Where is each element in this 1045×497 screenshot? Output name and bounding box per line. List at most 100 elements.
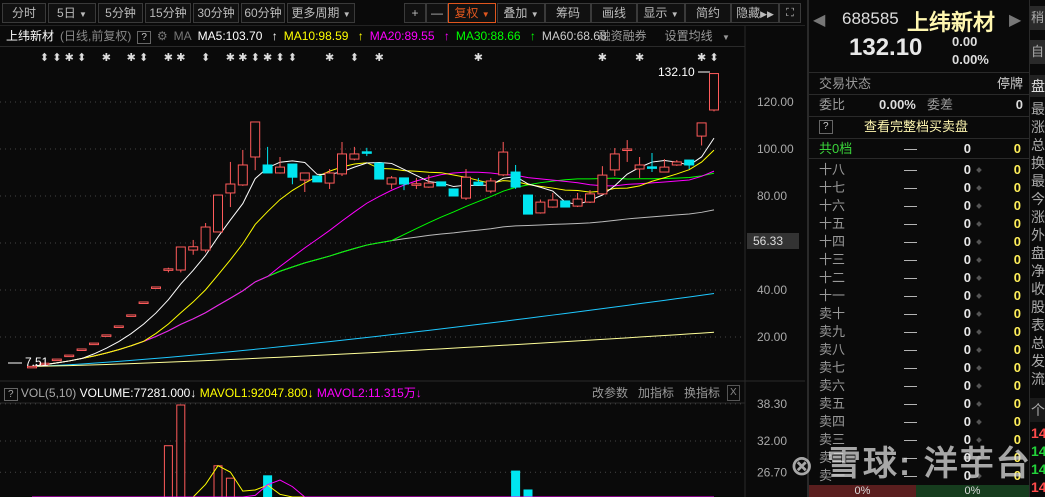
help-icon[interactable]: ? [137, 31, 151, 44]
zoom-in-button[interactable]: + [404, 3, 426, 23]
candle-body [188, 246, 199, 251]
level-price: — [904, 306, 917, 321]
swap-indicator-button[interactable]: 换指标 [684, 383, 720, 403]
candle [250, 121, 261, 171]
candle-body [461, 176, 471, 199]
diamond-icon [976, 383, 982, 389]
full-depth-button[interactable]: ? 查看完整档买卖盘 [809, 118, 1029, 136]
add-indicator-button[interactable]: 加指标 [638, 383, 674, 403]
candle [89, 342, 99, 346]
ma5-line [31, 137, 715, 367]
chips-button[interactable]: 筹码 [545, 3, 591, 23]
period-tab-5min[interactable]: 5分钟 [98, 3, 143, 23]
level-price: — [904, 216, 917, 231]
level-volume: 0 [963, 162, 971, 177]
candle-body [250, 121, 261, 158]
side-value: 14 [1031, 425, 1045, 441]
updown-marker-icon: ⬍ [288, 52, 297, 64]
gear-icon[interactable]: ⚙ [157, 29, 168, 43]
simple-button[interactable]: 简约 [685, 3, 731, 23]
side-button[interactable]: 自 [1030, 40, 1045, 64]
side-label: 换 [1031, 155, 1045, 171]
diamond-icon [976, 329, 982, 335]
star-marker-icon: ✱ [226, 52, 235, 64]
star-marker-icon: ✱ [164, 52, 173, 64]
more-periods-dropdown[interactable]: 更多周期 ▼ [287, 3, 355, 23]
volume-bar [176, 404, 186, 497]
display-dropdown[interactable]: 显示 ▼ [637, 3, 685, 23]
period-tab-5day[interactable]: 5日 ▼ [48, 3, 96, 23]
candle-body [386, 177, 397, 185]
tab-pankou[interactable]: 盘 [1030, 75, 1045, 97]
vol-y-tick-label: 26.70 [757, 465, 787, 479]
candle [535, 199, 546, 214]
ma-label: MA [173, 29, 192, 43]
draw-button[interactable]: 画线 [591, 3, 637, 23]
side-button[interactable]: 稍 [1030, 6, 1045, 30]
level-count: 0 [1013, 216, 1021, 231]
edit-params-button[interactable]: 改参数 [592, 383, 628, 403]
period-tab-60min[interactable]: 60分钟 [241, 3, 285, 23]
ma10-value: MA10:98.59 ↑ [283, 29, 364, 43]
candle-body [275, 166, 285, 174]
chevron-down-icon: ▼ [79, 10, 87, 19]
ma20-value: MA20:89.55 ↑ [369, 29, 450, 43]
vol-name: VOL(5,10) [20, 386, 77, 400]
period-tab-intraday[interactable]: 分时 [2, 3, 46, 23]
candle [523, 194, 533, 215]
low-price-label: 7.51 [25, 355, 49, 369]
divider [809, 158, 1029, 159]
margin-trading-link[interactable]: 融资融券 [599, 29, 647, 43]
order-level-row: 十三 — 0 0 [809, 251, 1029, 269]
candle [436, 181, 447, 187]
fuquan-dropdown[interactable]: 复权 ▼ [448, 3, 496, 23]
candle [696, 122, 707, 146]
kline-chart[interactable]: 120.00 100.00 80.00 40.00 20.00 56.33 132.10 7.… [0, 0, 805, 497]
tab-individual[interactable]: 个 [1030, 398, 1045, 422]
help-icon[interactable]: ? [4, 388, 18, 401]
candle [76, 348, 87, 351]
total-levels-row: 共0档 — 0 0 [809, 140, 1029, 158]
volume-value: VOLUME:77281.000 [79, 386, 191, 400]
candle [448, 188, 459, 197]
diamond-icon [976, 293, 982, 299]
label: 委比 [819, 97, 846, 112]
candle-body [411, 183, 422, 186]
set-ma-dropdown[interactable]: 设置均线 ▼ [665, 29, 736, 43]
side-value: 14 [1031, 443, 1045, 459]
side-label: 今 [1031, 191, 1045, 207]
candle [101, 334, 112, 337]
v: MA30:88.66 [455, 29, 521, 43]
fullscreen-icon[interactable]: ⛶ [779, 3, 801, 23]
next-stock-icon[interactable]: ▶ [1009, 10, 1021, 30]
candle-body [597, 174, 608, 195]
side-label: 外 [1031, 227, 1045, 243]
candle-body [671, 161, 682, 166]
high-price-label: 132.10 [658, 65, 695, 79]
period-tab-30min[interactable]: 30分钟 [193, 3, 239, 23]
label: 隐藏 [736, 6, 761, 20]
period-tab-15min[interactable]: 15分钟 [145, 3, 191, 23]
candle-body [163, 268, 174, 271]
candle [337, 141, 347, 177]
updown-marker-icon: ⬍ [709, 52, 718, 64]
candle-body [76, 348, 87, 351]
level-volume: 0 [963, 216, 971, 231]
divider [809, 138, 1029, 139]
star-marker-icon: ✱ [263, 52, 272, 64]
side-label: 最 [1031, 173, 1045, 189]
overlay-dropdown[interactable]: 叠加 ▼ [497, 3, 545, 23]
close-icon[interactable]: X [727, 385, 740, 401]
level-volume: 0 [963, 288, 971, 303]
zoom-out-button[interactable]: — [426, 3, 448, 23]
diamond-icon [976, 311, 982, 317]
arrow-down-icon: ↓ [415, 386, 422, 400]
prev-stock-icon[interactable]: ◀ [813, 10, 825, 30]
help-icon[interactable]: ? [819, 120, 833, 134]
star-marker-icon: ✱ [598, 52, 607, 64]
level-count: 0 [1013, 270, 1021, 285]
level-volume: 0 [963, 306, 971, 321]
toolbar: 分时 5日 ▼ 5分钟 15分钟 30分钟 60分钟 更多周期 ▼ + — 复权… [0, 0, 805, 26]
hide-button[interactable]: 隐藏▶▶ [731, 3, 779, 23]
candle [64, 354, 75, 358]
